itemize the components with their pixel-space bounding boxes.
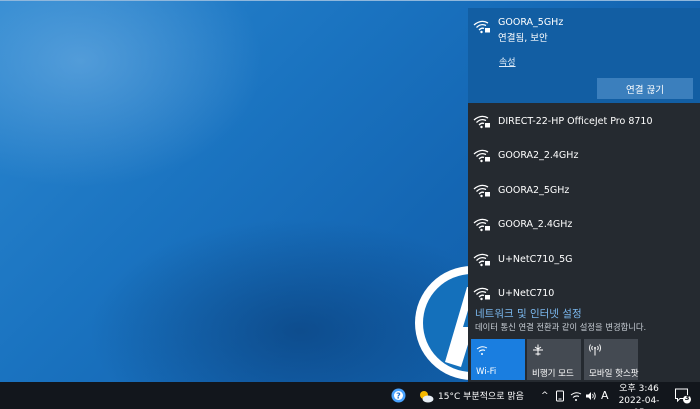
disconnect-button[interactable]: 연결 끊기 [597, 78, 693, 99]
network-name: GOORA_2.4GHz [498, 219, 573, 231]
weather-text: 15°C 부분적으로 맑음 [438, 392, 524, 402]
connected-network-item[interactable]: GOORA_5GHz 연결됨, 보안 속성 연결 끊기 [468, 8, 700, 103]
wifi-secured-icon [473, 184, 490, 197]
airplane-icon [533, 344, 543, 356]
notification-count: 3 [684, 394, 690, 402]
wifi-secured-icon [473, 115, 490, 129]
mobile-hotspot-label: 모바일 핫스팟 [589, 369, 639, 379]
wifi-icon [476, 346, 488, 355]
network-flyout: GOORA_5GHz 연결됨, 보안 속성 연결 끊기 DIRECT-22-HP… [468, 8, 700, 382]
network-item[interactable]: U+NetC710_5G [468, 241, 700, 275]
connected-network-name: GOORA_5GHz [498, 17, 564, 28]
hotspot-icon [589, 344, 601, 356]
speaker-icon [586, 391, 596, 400]
wifi-icon [570, 391, 582, 401]
network-name: GOORA2_2.4GHz [498, 150, 579, 162]
network-name: DIRECT-22-HP OfficeJet Pro 8710 [498, 116, 653, 127]
tray-device-button[interactable] [555, 382, 565, 409]
wifi-secured-icon [473, 150, 490, 163]
properties-link[interactable]: 속성 [499, 55, 516, 68]
connection-status: 연결됨, 보안 [498, 33, 548, 44]
network-item[interactable]: GOORA2_5GHz [468, 172, 700, 206]
network-name: GOORA2_5GHz [498, 184, 570, 196]
clock-time: 오후 3:46 [619, 384, 659, 394]
airplane-mode-toggle[interactable]: 비행기 모드 [527, 339, 581, 380]
wifi-toggle-label: Wi-Fi [476, 367, 497, 377]
wifi-secured-icon [473, 218, 490, 232]
clock[interactable]: 오후 3:46 2022-04-05 [615, 383, 663, 409]
network-item[interactable]: U+NetC710 [468, 275, 700, 309]
network-item[interactable]: DIRECT-22-HP OfficeJet Pro 8710 [468, 103, 700, 137]
network-tray-button[interactable] [570, 382, 582, 409]
mobile-hotspot-toggle[interactable]: 모바일 핫스팟 [584, 339, 639, 380]
help-button[interactable]: ? [391, 382, 406, 409]
wifi-secured-icon [473, 253, 490, 266]
wifi-secured-icon [473, 287, 490, 301]
partly-sunny-icon [420, 390, 434, 402]
clock-date: 2022-04-05 [618, 396, 660, 409]
weather-widget[interactable]: 15°C 부분적으로 맑음 [418, 382, 524, 409]
device-icon [556, 390, 564, 401]
network-settings-link[interactable]: 네트워크 및 인터넷 설정 [475, 306, 582, 321]
wifi-secured-icon [473, 20, 490, 34]
chevron-up-icon: ^ [541, 390, 549, 401]
network-item[interactable]: GOORA_2.4GHz [468, 206, 700, 240]
network-settings-description: 데이터 통신 연결 전환과 같이 설정을 변경합니다. [475, 322, 647, 332]
show-hidden-icons-button[interactable]: ^ [541, 382, 549, 409]
help-icon: ? [391, 388, 406, 403]
svg-text:?: ? [396, 392, 401, 401]
network-name: U+NetC710_5G [498, 253, 573, 265]
wifi-toggle[interactable]: Wi-Fi [471, 339, 525, 380]
network-list: DIRECT-22-HP OfficeJet Pro 8710 GOORA2_2… [468, 103, 700, 309]
notification-center-button[interactable]: 3 [674, 387, 691, 408]
network-name: U+NetC710 [498, 287, 555, 299]
network-item[interactable]: GOORA2_2.4GHz [468, 137, 700, 171]
airplane-mode-label: 비행기 모드 [532, 369, 574, 379]
taskbar: ? 15°C 부분적으로 맑음 ^ A 오후 3:46 2022-04- 3 [0, 382, 700, 409]
input-indicator-button[interactable]: A [601, 382, 609, 409]
volume-button[interactable] [585, 382, 597, 409]
input-indicator: A [601, 389, 609, 402]
